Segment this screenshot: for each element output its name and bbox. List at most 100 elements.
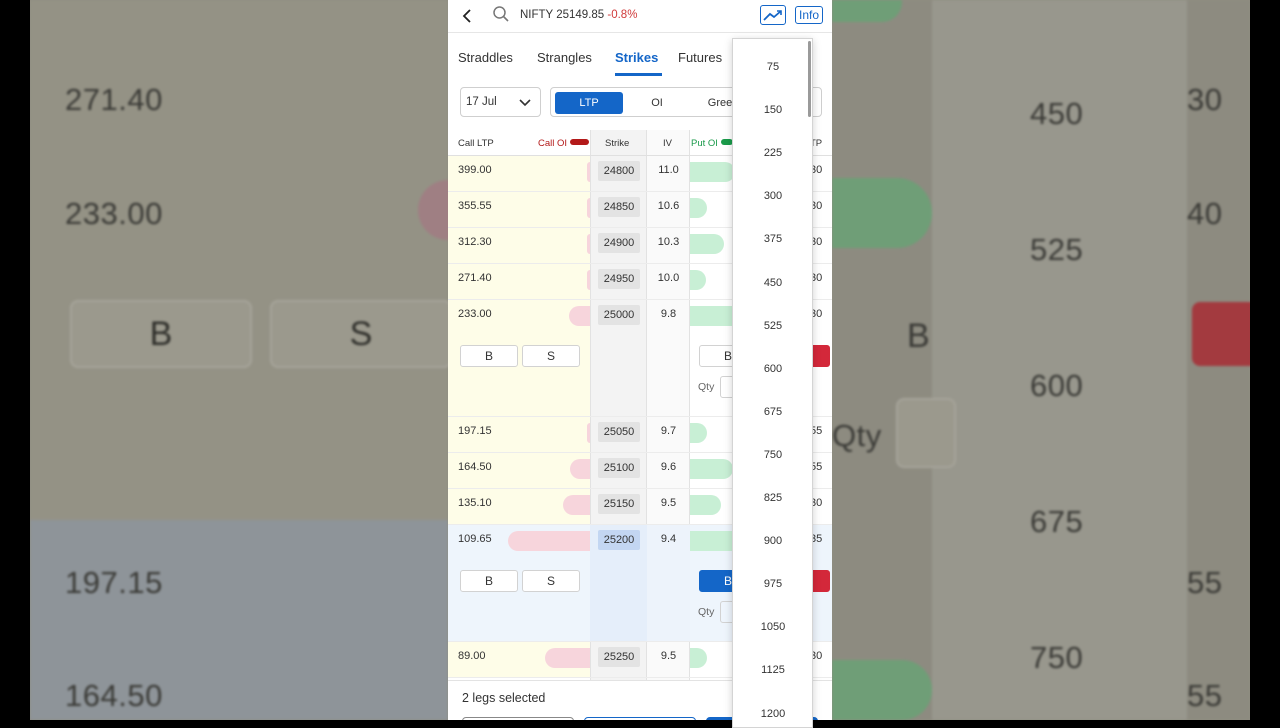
implied-volatility: 9.4 [660, 533, 677, 545]
implied-volatility: 9.5 [660, 497, 677, 509]
quantity-option[interactable]: 750 [733, 449, 812, 461]
backdrop-qty-box [896, 398, 956, 468]
quantity-option[interactable]: 150 [733, 104, 812, 116]
backdrop-value: 55 [1187, 678, 1223, 713]
strike-price: 24950 [598, 269, 640, 289]
call-ltp[interactable]: 233.00 [458, 308, 492, 320]
backdrop-value: 164.50 [65, 678, 163, 713]
put-oi-bar [690, 495, 721, 515]
put-oi-bar [690, 648, 707, 668]
expiry-select[interactable]: 17 Jul [460, 87, 541, 117]
header-call-ltp: Call LTP [458, 138, 494, 149]
call-ltp[interactable]: 164.50 [458, 461, 492, 473]
implied-volatility: 9.5 [660, 650, 677, 662]
call-buy-button[interactable]: B [460, 345, 518, 367]
expiry-value: 17 Jul [466, 96, 497, 108]
call-sell-button[interactable]: S [522, 570, 580, 592]
call-ltp[interactable]: 197.15 [458, 425, 492, 437]
ticker-name: NIFTY [520, 9, 554, 21]
quantity-option[interactable]: 75 [733, 61, 812, 73]
strike-price: 25000 [598, 305, 640, 325]
segment-ltp[interactable]: LTP [555, 92, 623, 114]
backdrop-value: 600 [1030, 368, 1084, 403]
tab-straddles[interactable]: Straddles [458, 50, 513, 65]
backdrop-value: 30 [1187, 82, 1223, 117]
quantity-option[interactable]: 600 [733, 363, 812, 375]
qty-label: Qty [698, 606, 715, 618]
info-button[interactable]: Info [795, 6, 824, 24]
tab-futures[interactable]: Futures [678, 50, 722, 65]
call-oi-bar [563, 495, 590, 515]
call-sell-button[interactable]: S [522, 345, 580, 367]
header-call-oi: Call OI [538, 138, 568, 149]
put-oi-bar [690, 162, 735, 182]
put-sell-button[interactable] [810, 345, 830, 367]
call-oi-bar [587, 234, 590, 254]
legs-selected-text: 2 legs selected [462, 691, 546, 705]
quantity-option[interactable]: 375 [733, 233, 812, 245]
tab-strikes[interactable]: Strikes [615, 50, 658, 65]
backdrop-buy-label: B [907, 317, 931, 355]
call-oi-bar [587, 198, 590, 218]
quantity-option[interactable]: 225 [733, 147, 812, 159]
top-bar: NIFTY 25149.85 -0.8% Info [448, 0, 832, 33]
implied-volatility: 9.7 [660, 425, 677, 437]
backdrop-value: 233.00 [65, 196, 163, 231]
backdrop-value: 271.40 [65, 82, 163, 117]
backdrop-oi-bar [832, 660, 932, 720]
call-oi-legend [570, 139, 589, 145]
backdrop-value: 525 [1030, 232, 1084, 267]
chevron-left-icon[interactable] [456, 5, 478, 27]
call-ltp[interactable]: 135.10 [458, 497, 492, 509]
backdrop-value: 750 [1030, 640, 1084, 675]
put-sell-button[interactable] [810, 570, 830, 592]
strike-price: 24800 [598, 161, 640, 181]
call-buy-button[interactable]: B [460, 570, 518, 592]
trend-chart-icon[interactable] [760, 5, 786, 25]
backdrop-value: 55 [1187, 565, 1223, 600]
call-ltp[interactable]: 312.30 [458, 236, 492, 248]
segment-oi[interactable]: OI [623, 92, 691, 114]
index-ticker[interactable]: NIFTY 25149.85 -0.8% [520, 9, 637, 21]
strike-price: 24900 [598, 233, 640, 253]
call-ltp[interactable]: 89.00 [458, 650, 486, 662]
implied-volatility: 10.6 [657, 200, 680, 212]
strike-price: 24850 [598, 197, 640, 217]
implied-volatility: 9.6 [660, 461, 677, 473]
put-oi-bar [690, 270, 706, 290]
quantity-option[interactable]: 825 [733, 492, 812, 504]
quantity-option[interactable]: 525 [733, 320, 812, 332]
quantity-option[interactable]: 1050 [733, 621, 812, 633]
chevron-down-icon [519, 96, 531, 108]
backdrop-value: 197.15 [65, 565, 163, 600]
quantity-option[interactable]: 1200 [733, 708, 812, 720]
ticker-price: 25149.85 [556, 9, 605, 21]
header-strike: Strike [605, 138, 630, 149]
call-ltp[interactable]: 109.65 [458, 533, 492, 545]
call-oi-bar [587, 270, 590, 290]
quantity-dropdown[interactable]: 75 150 225 300 375 450 525 600 675 750 825 900 975 10… [732, 38, 813, 728]
call-oi-bar [569, 306, 590, 326]
strike-price: 25200 [598, 530, 640, 550]
backdrop-value: 450 [1030, 96, 1084, 131]
header-iv: IV [663, 138, 672, 149]
backdrop-buy-button: B [70, 300, 252, 368]
call-ltp[interactable]: 399.00 [458, 164, 492, 176]
backdrop-value: 675 [1030, 504, 1084, 539]
put-oi-bar [690, 423, 707, 443]
quantity-option[interactable]: 675 [733, 406, 812, 418]
backdrop-value: 40 [1187, 196, 1223, 231]
quantity-option[interactable]: 900 [733, 535, 812, 547]
implied-volatility: 9.8 [660, 308, 677, 320]
tab-strangles[interactable]: Strangles [537, 50, 592, 65]
call-ltp[interactable]: 271.40 [458, 272, 492, 284]
search-icon[interactable] [492, 5, 512, 25]
background-blur-left: 271.40 233.00 B S 197.15 164.50 [30, 0, 448, 720]
quantity-option[interactable]: 1125 [733, 664, 812, 676]
implied-volatility: 10.0 [657, 272, 680, 284]
quantity-option[interactable]: 975 [733, 578, 812, 590]
quantity-option[interactable]: 450 [733, 277, 812, 289]
quantity-option[interactable]: 300 [733, 190, 812, 202]
call-ltp[interactable]: 355.55 [458, 200, 492, 212]
backdrop-red-button [1192, 302, 1250, 366]
